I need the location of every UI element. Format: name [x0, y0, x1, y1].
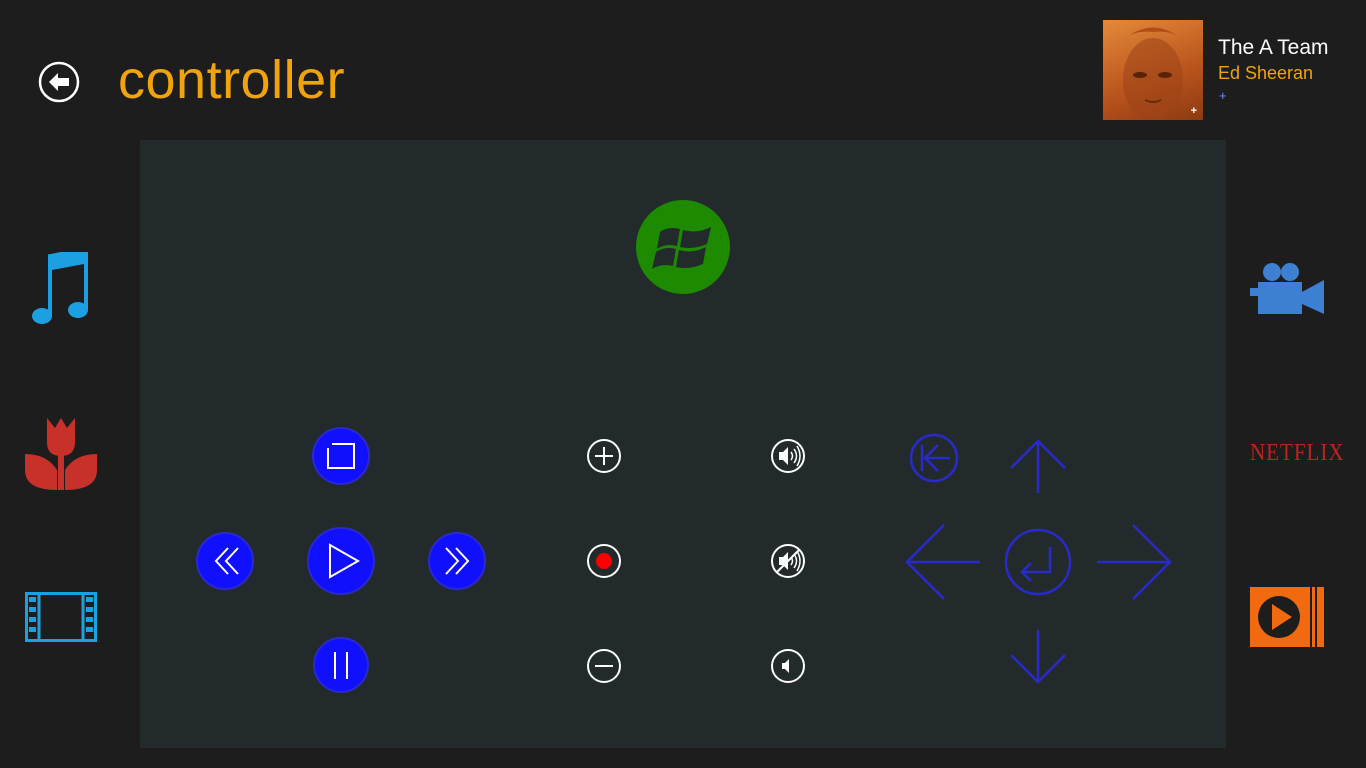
- windows-button[interactable]: [636, 200, 730, 294]
- left-arrow-icon: [905, 524, 980, 600]
- fast-forward-button[interactable]: [428, 532, 486, 590]
- volume-down-button[interactable]: [771, 649, 805, 683]
- record-button[interactable]: [587, 544, 621, 578]
- channel-down-button[interactable]: [587, 649, 621, 683]
- mute-button[interactable]: [771, 544, 805, 578]
- record-icon: [596, 553, 612, 569]
- mute-icon: [776, 549, 801, 573]
- volume-down-icon: [782, 659, 789, 673]
- controller-buttons: [196, 200, 1172, 693]
- pause-button[interactable]: [313, 637, 369, 693]
- up-arrow-icon: [1010, 439, 1066, 493]
- rewind-button[interactable]: [196, 532, 254, 590]
- plus-icon: [595, 447, 613, 465]
- down-arrow-icon: [1010, 630, 1066, 684]
- nav-up-button[interactable]: [1010, 439, 1066, 493]
- volume-up-icon: [779, 445, 801, 467]
- enter-icon: [1020, 547, 1052, 582]
- play-button[interactable]: [307, 527, 375, 595]
- enter-button[interactable]: [1004, 528, 1072, 596]
- back-to-start-icon: [920, 444, 950, 472]
- volume-up-button[interactable]: [771, 439, 805, 473]
- nav-left-button[interactable]: [905, 524, 980, 600]
- nav-down-button[interactable]: [1010, 630, 1066, 684]
- nav-right-button[interactable]: [1097, 524, 1172, 600]
- channel-up-button[interactable]: [587, 439, 621, 473]
- right-arrow-icon: [1097, 524, 1172, 600]
- nav-back-button[interactable]: [909, 433, 959, 483]
- stop-button[interactable]: [312, 427, 370, 485]
